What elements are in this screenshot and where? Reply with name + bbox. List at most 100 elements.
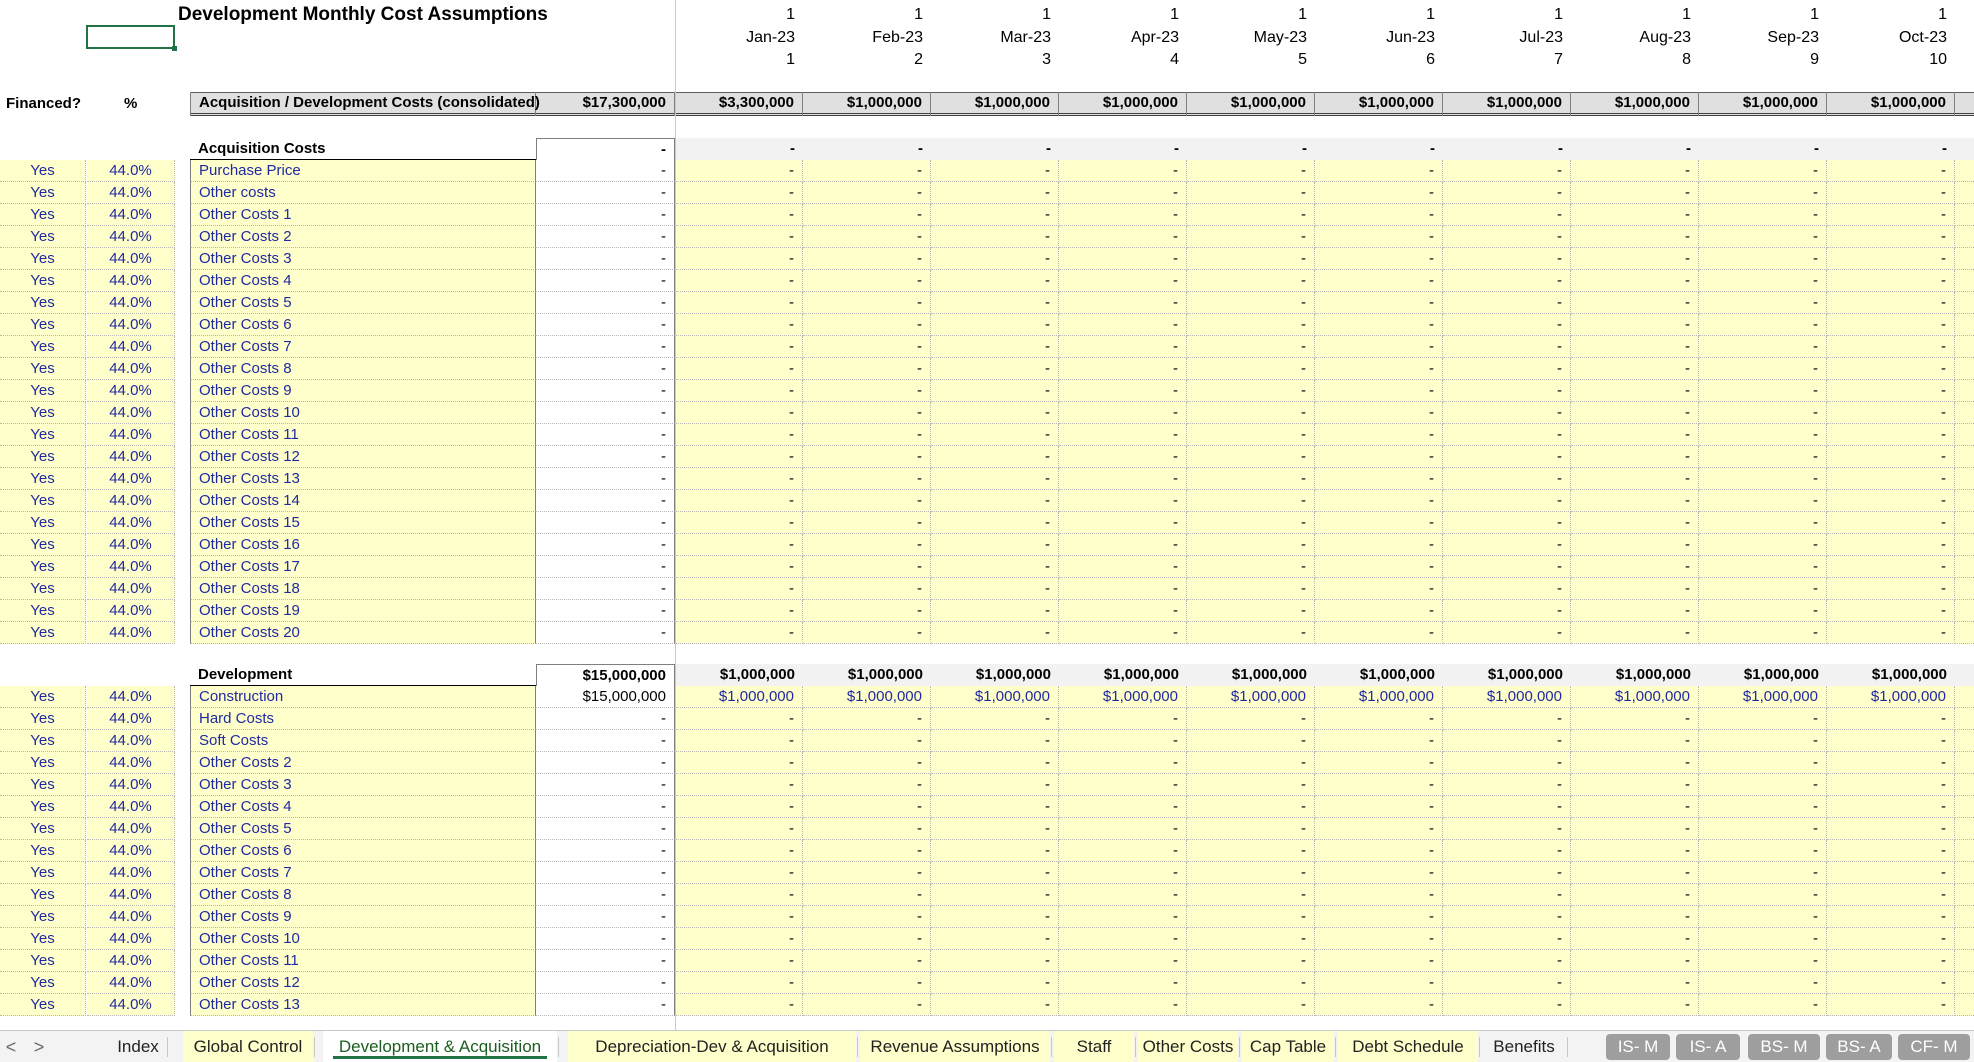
row-month-value[interactable]: - [931, 160, 1059, 182]
row-month-value[interactable]: - [1315, 928, 1443, 950]
section-month-total[interactable]: - [803, 138, 931, 160]
row-month-value[interactable]: - [1315, 226, 1443, 248]
row-total[interactable]: - [536, 160, 675, 182]
row-month-value[interactable]: - [1571, 928, 1699, 950]
row-month-value[interactable]: - [1059, 862, 1187, 884]
row-month-value[interactable]: $1,000,000 [803, 686, 931, 708]
financed-cell[interactable]: Yes [0, 248, 86, 270]
section-month-total[interactable]: $1,000,000 [675, 664, 803, 686]
row-month-value[interactable]: - [1187, 578, 1315, 600]
row-month-value[interactable]: - [1315, 160, 1443, 182]
row-month-value[interactable]: - [1571, 994, 1699, 1016]
row-month-value[interactable]: - [803, 358, 931, 380]
row-month-value[interactable]: - [1827, 774, 1955, 796]
row-month-value[interactable]: - [1571, 708, 1699, 730]
row-month-value[interactable]: - [1059, 160, 1187, 182]
row-month-value[interactable]: - [1443, 292, 1571, 314]
row-month-value[interactable]: - [1059, 204, 1187, 226]
pct-cell[interactable]: 44.0% [87, 818, 175, 840]
row-month-value[interactable]: - [1443, 204, 1571, 226]
row-label[interactable]: Other Costs 16 [190, 534, 536, 556]
row-month-value[interactable]: - [675, 534, 803, 556]
row-month-value[interactable]: - [931, 796, 1059, 818]
row-label[interactable]: Other Costs 11 [190, 424, 536, 446]
row-month-value[interactable]: - [803, 840, 931, 862]
row-month-value[interactable]: - [1059, 994, 1187, 1016]
row-month-value[interactable]: - [675, 380, 803, 402]
row-month-value[interactable]: - [675, 774, 803, 796]
row-month-value[interactable]: - [1699, 950, 1827, 972]
pct-cell[interactable]: 44.0% [87, 380, 175, 402]
financed-cell[interactable]: Yes [0, 292, 86, 314]
row-month-value[interactable]: - [1699, 578, 1827, 600]
row-month-value[interactable]: - [931, 468, 1059, 490]
row-total[interactable]: - [536, 424, 675, 446]
row-month-value[interactable]: - [803, 446, 931, 468]
row-month-value[interactable]: - [931, 600, 1059, 622]
section-month-total[interactable]: - [931, 138, 1059, 160]
row-month-value[interactable]: - [1827, 928, 1955, 950]
row-month-value[interactable]: - [931, 906, 1059, 928]
row-label[interactable]: Other Costs 13 [190, 994, 536, 1016]
pct-cell[interactable]: 44.0% [87, 292, 175, 314]
section-month-total[interactable]: - [1187, 138, 1315, 160]
row-month-value[interactable]: - [1827, 204, 1955, 226]
row-month-value[interactable]: - [1443, 534, 1571, 556]
row-month-value[interactable]: - [1699, 708, 1827, 730]
row-total[interactable]: - [536, 708, 675, 730]
tab-benefits[interactable]: Benefits [1482, 1031, 1566, 1062]
row-month-value[interactable]: - [931, 708, 1059, 730]
row-month-value[interactable]: - [803, 556, 931, 578]
row-total[interactable]: - [536, 248, 675, 270]
tab-cap-table[interactable]: Cap Table [1242, 1031, 1334, 1062]
row-month-value[interactable]: - [931, 358, 1059, 380]
pct-cell[interactable]: 44.0% [87, 840, 175, 862]
row-month-value[interactable]: - [1571, 248, 1699, 270]
row-month-value[interactable]: - [931, 862, 1059, 884]
financed-cell[interactable]: Yes [0, 380, 86, 402]
row-month-value[interactable]: - [931, 972, 1059, 994]
tab-other-costs[interactable]: Other Costs [1138, 1031, 1238, 1062]
section-month-total[interactable]: $1,000,000 [803, 664, 931, 686]
row-label[interactable]: Other Costs 14 [190, 490, 536, 512]
financed-cell[interactable]: Yes [0, 424, 86, 446]
row-month-value[interactable]: - [1443, 424, 1571, 446]
consolidated-month-value[interactable]: $1,000,000 [1059, 92, 1187, 116]
pct-cell[interactable]: 44.0% [87, 468, 175, 490]
row-month-value[interactable]: - [1315, 534, 1443, 556]
row-month-value[interactable]: - [1443, 796, 1571, 818]
row-month-value[interactable]: - [1059, 622, 1187, 644]
row-month-value[interactable]: - [1315, 380, 1443, 402]
row-month-value[interactable]: - [803, 578, 931, 600]
row-label[interactable]: Other Costs 6 [190, 840, 536, 862]
row-month-value[interactable]: - [1059, 928, 1187, 950]
row-month-value[interactable]: - [931, 292, 1059, 314]
row-month-value[interactable]: - [1827, 730, 1955, 752]
row-month-value[interactable]: - [1827, 752, 1955, 774]
row-month-value[interactable]: - [1827, 292, 1955, 314]
row-month-value[interactable]: - [1571, 336, 1699, 358]
row-month-value[interactable]: - [1443, 600, 1571, 622]
financed-cell[interactable]: Yes [0, 708, 86, 730]
row-month-value[interactable]: - [1827, 160, 1955, 182]
row-month-value[interactable]: - [675, 160, 803, 182]
row-total[interactable]: - [536, 994, 675, 1016]
consolidated-month-value[interactable]: $1,000,000 [1187, 92, 1315, 116]
row-month-value[interactable]: - [803, 622, 931, 644]
tab-staff[interactable]: Staff [1054, 1031, 1134, 1062]
row-total[interactable]: - [536, 578, 675, 600]
financed-cell[interactable]: Yes [0, 928, 86, 950]
row-month-value[interactable]: - [931, 840, 1059, 862]
row-month-value[interactable]: $1,000,000 [1443, 686, 1571, 708]
row-month-value[interactable]: - [931, 534, 1059, 556]
tab-revenue-assumptions[interactable]: Revenue Assumptions [860, 1031, 1050, 1062]
row-month-value[interactable]: - [1315, 314, 1443, 336]
financed-cell[interactable]: Yes [0, 204, 86, 226]
row-month-value[interactable]: - [1315, 884, 1443, 906]
section-month-total[interactable]: - [1827, 138, 1955, 160]
consolidated-month-value[interactable]: $1,000,000 [1315, 92, 1443, 116]
row-month-value[interactable]: - [675, 446, 803, 468]
row-month-value[interactable]: - [675, 796, 803, 818]
row-month-value[interactable]: - [1187, 534, 1315, 556]
financed-cell[interactable]: Yes [0, 534, 86, 556]
